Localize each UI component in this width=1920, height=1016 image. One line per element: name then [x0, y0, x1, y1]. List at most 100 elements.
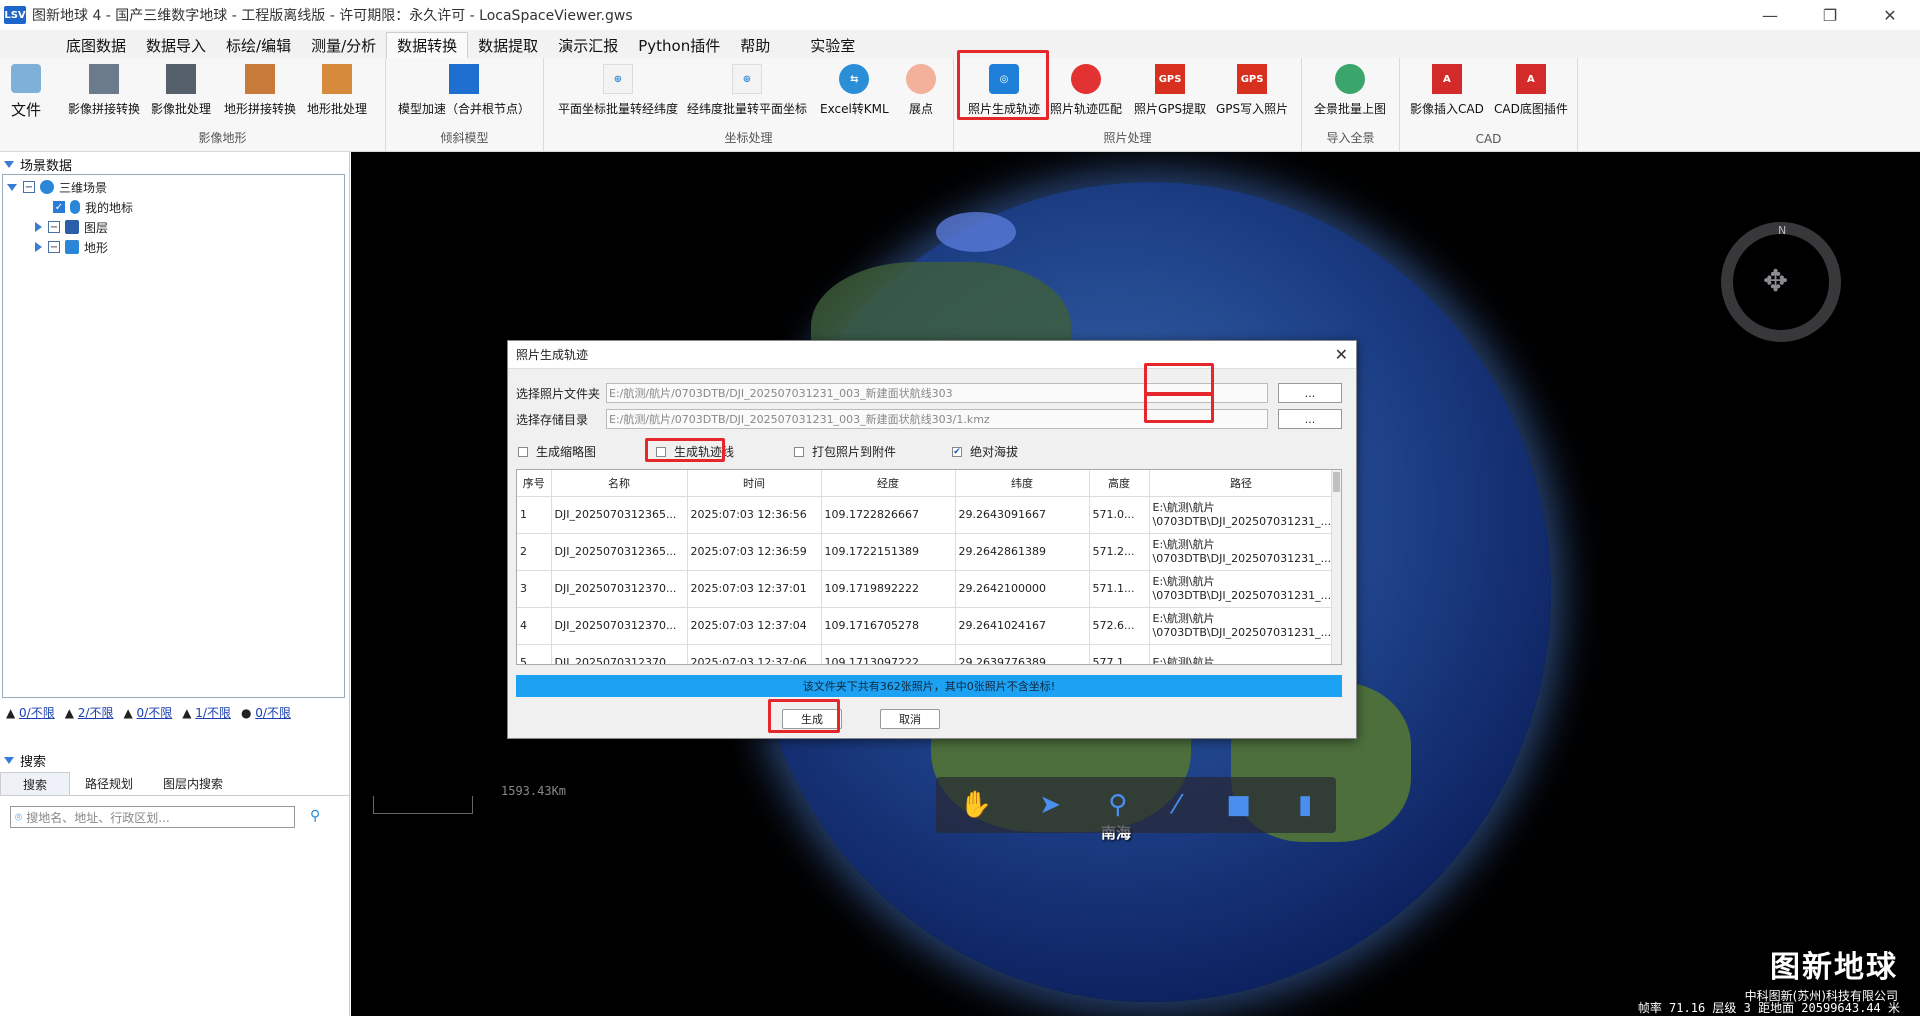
tab-lab[interactable]: 实验室	[800, 32, 865, 58]
minimize-button[interactable]: —	[1740, 0, 1800, 30]
cancel-button[interactable]: 取消	[880, 709, 940, 729]
option-pack-photos[interactable]: 打包照片到附件	[794, 443, 896, 460]
stat-models[interactable]: ▲ 0/不限	[123, 704, 172, 721]
tab-measure[interactable]: 测量/分析	[301, 32, 386, 58]
tab-layer-search[interactable]: 图层内搜索	[148, 772, 238, 795]
stat-layers[interactable]: ▲ 1/不限	[182, 704, 231, 721]
info-bar: 该文件夹下共有362张照片，其中0张照片不含坐标!	[516, 675, 1342, 697]
imagery-insert-cad-button[interactable]: A 影像插入CAD	[1410, 60, 1484, 120]
col-lon[interactable]: 经度	[821, 470, 956, 497]
table-cell: 109.1719892222	[821, 570, 956, 608]
checkbox-icon[interactable]: −	[23, 181, 35, 193]
table-cell: E:\航测\航片	[1149, 644, 1334, 664]
placemark-icon[interactable]: ⚲	[1108, 790, 1127, 820]
col-time[interactable]: 时间	[687, 470, 822, 497]
tab-plot-edit[interactable]: 标绘/编辑	[216, 32, 301, 58]
tab-route[interactable]: 路径规划	[70, 772, 148, 795]
terrain-mosaic-button[interactable]: 地形拼接转换	[224, 60, 296, 120]
close-button[interactable]: ✕	[1860, 0, 1920, 30]
plane-to-latlon-button[interactable]: ⊕ 平面坐标批量转经纬度	[558, 60, 678, 120]
dialog-close-icon[interactable]: ✕	[1335, 345, 1348, 364]
photo-track-match-button[interactable]: 照片轨迹匹配	[1050, 60, 1122, 120]
col-name[interactable]: 名称	[551, 470, 688, 497]
table-row[interactable]: 5 DJI_2025070312370... 2025:07:03 12:37:06…	[517, 644, 1334, 664]
checkbox-icon[interactable]	[518, 446, 528, 457]
excel-to-kml-button[interactable]: ⇆ Excel转KML	[820, 60, 889, 120]
highlight-photo-track	[957, 50, 1049, 120]
stat-points[interactable]: ▲ 0/不限	[6, 704, 55, 721]
table-row[interactable]: 2 DJI_2025070312365... 2025:07:03 12:36:59…	[517, 533, 1334, 571]
table-cell: 2025:07:03 12:37:01	[687, 570, 822, 608]
checkbox-icon[interactable]	[794, 446, 804, 457]
tab-import[interactable]: 数据导入	[136, 32, 216, 58]
table-cell: 29.2642861389	[955, 533, 1090, 571]
group-label-photo: 照片处理	[1103, 131, 1152, 145]
browse-folder-button[interactable]: ...	[1278, 383, 1342, 403]
search-header[interactable]: 搜索	[0, 750, 46, 770]
tab-python[interactable]: Python插件	[628, 32, 730, 58]
navigation-compass[interactable]: N ✥	[1721, 222, 1841, 342]
tab-help[interactable]: 帮助	[730, 32, 780, 58]
restore-button[interactable]: ❐	[1800, 0, 1860, 30]
group-label-oblique: 倾斜模型	[440, 131, 489, 145]
checked-icon[interactable]: ✔	[952, 446, 962, 457]
pointer-icon[interactable]: ➤	[1039, 790, 1061, 820]
tree-node-scene[interactable]: − 三维场景	[7, 177, 107, 197]
cad-basemap-button[interactable]: A CAD底图插件	[1494, 60, 1568, 120]
table-cell: 1	[517, 496, 552, 534]
hand-icon[interactable]: ✋	[960, 790, 992, 820]
checkbox-icon[interactable]: −	[48, 221, 60, 233]
search-input[interactable]: ⌾ 搜地名、地址、行政区划...	[10, 806, 295, 828]
group-cad: A 影像插入CAD A CAD底图插件 CAD	[1400, 58, 1578, 152]
checkbox-icon[interactable]: ✓	[53, 201, 65, 213]
col-index[interactable]: 序号	[517, 470, 552, 497]
tab-data-extract[interactable]: 数据提取	[468, 32, 548, 58]
tree-node-layers[interactable]: − 图层	[35, 217, 108, 237]
plot-points-button[interactable]: 展点	[906, 60, 936, 120]
search-icon[interactable]: ⚲	[310, 808, 320, 824]
latlon-to-plane-button[interactable]: ⊕ 经纬度批量转平面坐标	[687, 60, 807, 120]
plane-to-latlon-icon: ⊕	[603, 64, 633, 94]
col-lat[interactable]: 纬度	[955, 470, 1090, 497]
tab-data-convert[interactable]: 数据转换	[386, 32, 469, 58]
stat-terrain[interactable]: ● 0/不限	[241, 704, 291, 721]
stat-lines[interactable]: ▲ 2/不限	[65, 704, 114, 721]
table-row[interactable]: 1 DJI_2025070312365... 2025:07:03 12:36:56…	[517, 496, 1334, 534]
file-button[interactable]: 文件	[6, 60, 46, 120]
gps-write-photo-button[interactable]: GPS GPS写入照片	[1216, 60, 1288, 120]
col-height[interactable]: 高度	[1089, 470, 1150, 497]
polygon-icon[interactable]: ■	[1226, 790, 1251, 820]
tab-search[interactable]: 搜索	[0, 772, 71, 795]
model-accelerate-button[interactable]: 模型加速（合并根节点）	[398, 60, 530, 120]
line-icon[interactable]: ⁄	[1175, 790, 1179, 820]
tree-node-terrain[interactable]: − 地形	[35, 237, 108, 257]
chart-add-icon[interactable]: ▮	[1298, 790, 1312, 820]
globe-icon	[40, 180, 54, 194]
option-absolute-altitude[interactable]: ✔ 绝对海拔	[952, 443, 1018, 460]
table-row[interactable]: 3 DJI_2025070312370... 2025:07:03 12:37:01…	[517, 570, 1334, 608]
imagery-mosaic-button[interactable]: 影像拼接转换	[68, 60, 140, 120]
terrain-batch-button[interactable]: 地形批处理	[307, 60, 367, 120]
scrollbar-thumb[interactable]	[1333, 472, 1340, 492]
option-thumbnail[interactable]: 生成缩略图	[518, 443, 596, 460]
group-imagery-terrain: 影像拼接转换 影像批处理 地形拼接转换 地形批处理 影像地形	[60, 58, 386, 152]
excel-to-kml-icon: ⇆	[839, 64, 870, 94]
browse-save-button[interactable]: ...	[1278, 409, 1342, 429]
pan-icon[interactable]: ✥	[1763, 264, 1788, 299]
table-cell: 2	[517, 533, 552, 571]
col-path[interactable]: 路径	[1149, 470, 1334, 497]
photo-gps-extract-button[interactable]: GPS 照片GPS提取	[1134, 60, 1206, 120]
map-pin-icon	[1071, 64, 1101, 94]
table-row[interactable]: 4 DJI_2025070312370... 2025:07:03 12:37:04…	[517, 607, 1334, 645]
tab-presentation[interactable]: 演示汇报	[548, 32, 628, 58]
checkbox-icon[interactable]: −	[48, 241, 60, 253]
tree-node-landmarks[interactable]: ✓ 我的地标	[53, 197, 133, 217]
table-scrollbar[interactable]	[1331, 470, 1341, 664]
table-cell: 2025:07:03 12:36:59	[687, 533, 822, 571]
gps-write-icon: GPS	[1237, 64, 1268, 94]
imagery-batch-button[interactable]: 影像批处理	[151, 60, 211, 120]
panorama-batch-button[interactable]: 全景批量上图	[1314, 60, 1386, 120]
app-icon: LSV	[4, 6, 26, 24]
scene-header[interactable]: 场景数据	[0, 154, 349, 174]
tab-basemap[interactable]: 底图数据	[56, 32, 136, 58]
